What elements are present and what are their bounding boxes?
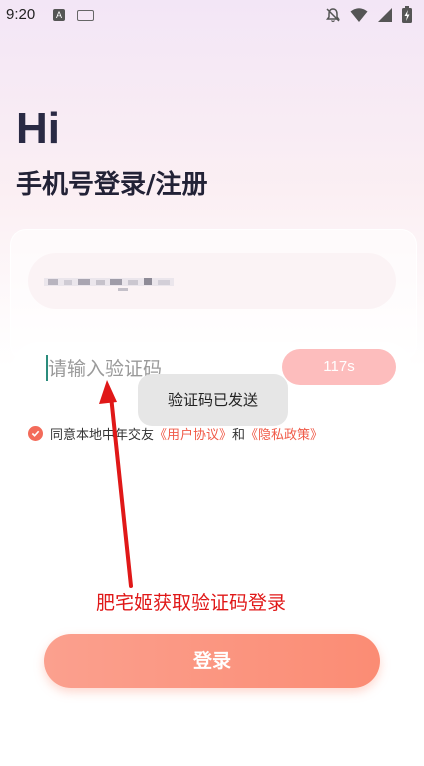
- annotation-text: 肥宅姬获取验证码登录: [96, 592, 287, 614]
- login-button[interactable]: 登录: [44, 634, 380, 688]
